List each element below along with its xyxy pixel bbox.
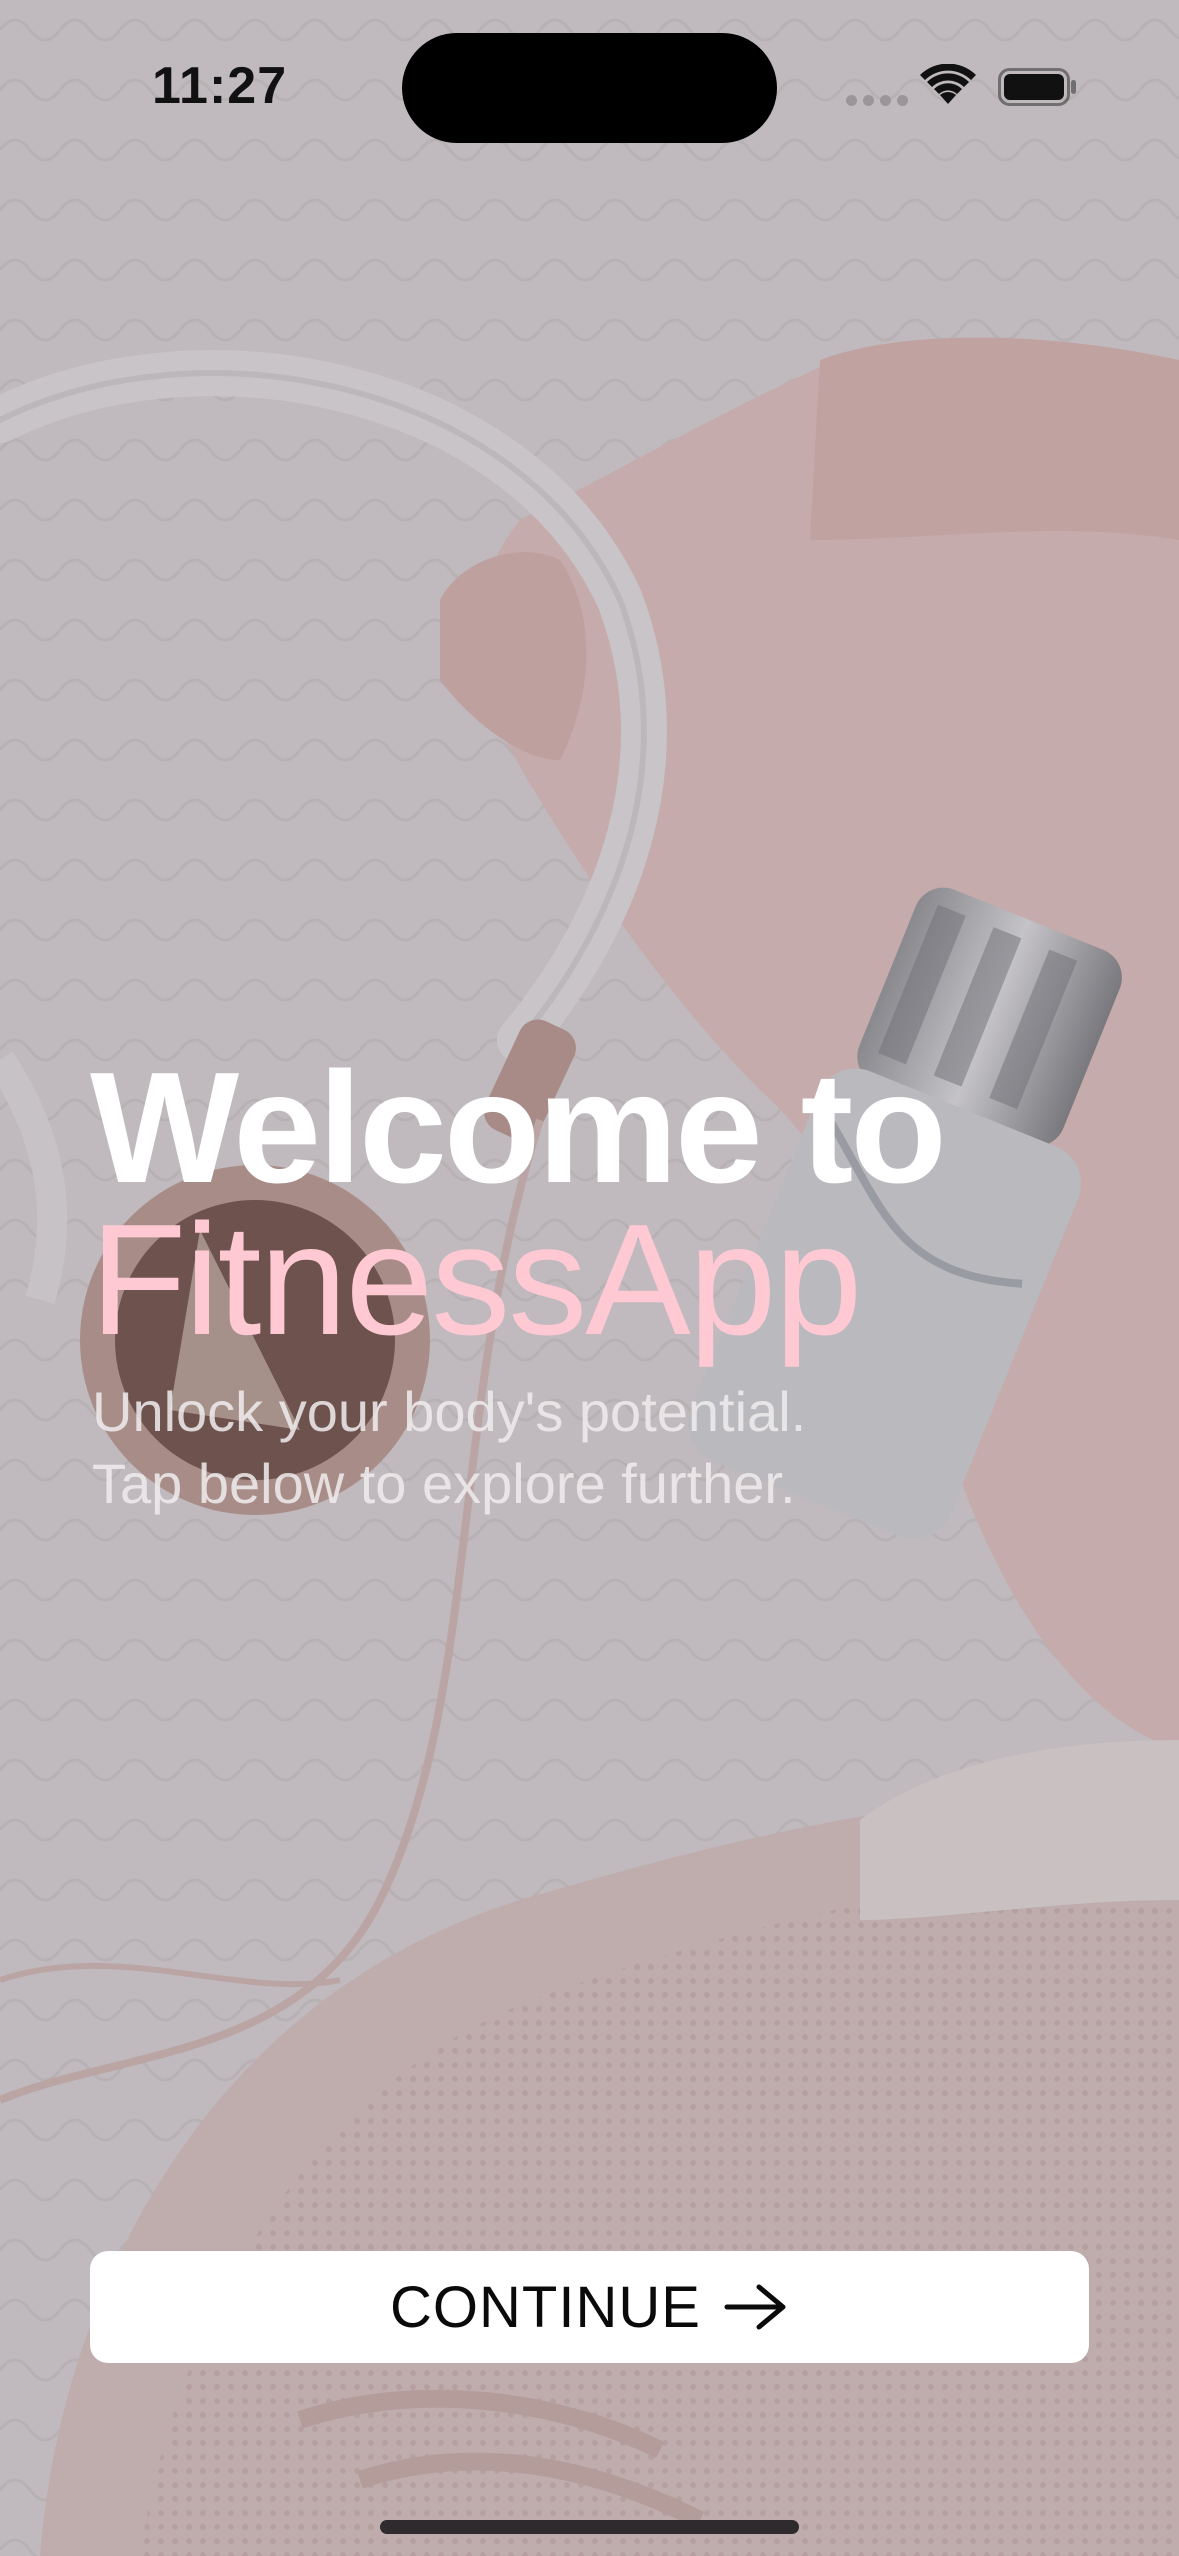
dynamic-island	[402, 33, 777, 143]
app-name-title: FitnessApp	[90, 1192, 862, 1368]
subtitle-line-1: Unlock your body's potential.	[92, 1380, 807, 1443]
welcome-title: Welcome to	[90, 1040, 947, 1216]
welcome-subtitle: Unlock your body's potential. Tap below …	[92, 1376, 806, 1520]
battery-icon	[998, 68, 1076, 106]
cellular-signal-icon	[846, 95, 908, 106]
continue-button[interactable]: CONTINUE	[90, 2251, 1089, 2363]
subtitle-line-2: Tap below to explore further.	[92, 1452, 796, 1515]
continue-button-label: CONTINUE	[390, 2274, 701, 2340]
home-indicator[interactable]	[380, 2520, 799, 2534]
status-time: 11:27	[152, 57, 288, 115]
wifi-icon	[920, 64, 976, 104]
arrow-right-icon	[724, 2284, 786, 2330]
welcome-screen: 11:27 Welcome to FitnessApp Unlock your …	[0, 0, 1179, 2556]
